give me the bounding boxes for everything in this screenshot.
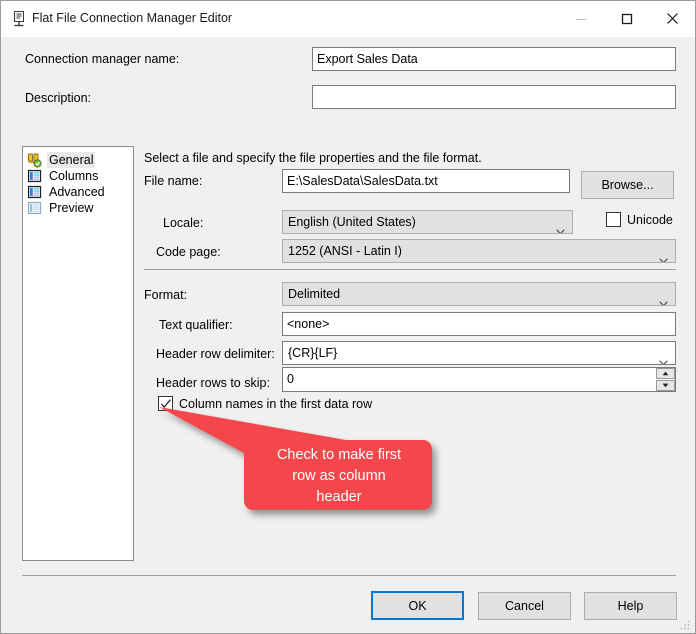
sidebar-item-general-label: General — [47, 152, 96, 168]
sidebar-item-general[interactable]: General — [23, 152, 133, 168]
caret-down-icon — [662, 383, 669, 388]
chevron-down-icon — [556, 220, 565, 233]
header-rows-to-skip-label: Header rows to skip: — [156, 376, 270, 390]
sidebar-item-preview-label: Preview — [49, 201, 94, 215]
section-divider — [144, 269, 676, 270]
locale-label: Locale: — [163, 216, 204, 230]
title-bar: Flat File Connection Manager Editor — [1, 1, 695, 37]
header-row-delimiter-label: Header row delimiter: — [156, 347, 275, 361]
chevron-down-icon — [659, 351, 668, 364]
ok-button[interactable]: OK — [371, 591, 464, 620]
sidebar-item-advanced[interactable]: Advanced — [23, 184, 133, 200]
code-page-value: 1252 (ANSI - Latin I) — [288, 244, 402, 258]
help-button[interactable]: Help — [584, 592, 677, 620]
connection-manager-name-label: Connection manager name: — [25, 52, 180, 66]
preview-page-icon — [27, 201, 43, 216]
dialog-window: Flat File Connection Manager Editor Conn… — [0, 0, 696, 634]
format-dropdown[interactable]: Delimited — [282, 282, 676, 306]
resize-grip[interactable] — [679, 618, 691, 630]
page-list[interactable]: General Columns Advanced Preview — [22, 146, 134, 561]
header-row-delimiter-value: {CR}{LF} — [288, 346, 338, 360]
stepper-up-button[interactable] — [656, 368, 675, 379]
minimize-button[interactable] — [558, 1, 603, 36]
annotation-text: Check to make first row as column header — [276, 447, 402, 505]
footer-divider — [22, 575, 676, 576]
locale-value: English (United States) — [288, 215, 416, 229]
general-page-icon — [27, 153, 43, 168]
locale-dropdown[interactable]: English (United States) — [282, 210, 573, 234]
close-button[interactable] — [650, 1, 695, 36]
chevron-down-icon — [659, 292, 668, 305]
header-row-delimiter-dropdown[interactable]: {CR}{LF} — [282, 341, 676, 365]
file-name-input[interactable] — [282, 169, 570, 193]
checkmark-icon — [160, 399, 171, 409]
unicode-label: Unicode — [627, 213, 673, 227]
minimize-icon — [575, 18, 586, 20]
browse-button[interactable]: Browse... — [581, 171, 674, 199]
columns-page-icon — [27, 169, 43, 184]
cancel-button[interactable]: Cancel — [478, 592, 571, 620]
intro-text: Select a file and specify the file prope… — [144, 151, 482, 165]
column-names-label: Column names in the first data row — [179, 397, 373, 411]
sidebar-item-columns-label: Columns — [49, 169, 99, 183]
description-label: Description: — [25, 91, 91, 105]
sidebar-item-preview[interactable]: Preview — [23, 200, 133, 216]
code-page-label: Code page: — [156, 245, 221, 259]
chevron-down-icon — [659, 249, 668, 262]
header-rows-to-skip-input[interactable] — [283, 368, 653, 391]
header-rows-to-skip-stepper[interactable] — [282, 367, 676, 392]
text-qualifier-label: Text qualifier: — [159, 318, 233, 332]
maximize-button[interactable] — [604, 1, 649, 36]
format-value: Delimited — [288, 287, 341, 301]
sidebar-item-columns[interactable]: Columns — [23, 168, 133, 184]
close-icon — [667, 13, 678, 24]
maximize-icon — [621, 13, 632, 24]
stepper-down-button[interactable] — [656, 380, 675, 391]
window-title: Flat File Connection Manager Editor — [32, 11, 233, 25]
caret-up-icon — [662, 371, 669, 376]
code-page-dropdown[interactable]: 1252 (ANSI - Latin I) — [282, 239, 676, 263]
unicode-checkbox[interactable] — [606, 212, 621, 227]
text-qualifier-input[interactable] — [282, 312, 676, 336]
column-names-checkbox[interactable] — [158, 396, 173, 411]
format-label: Format: — [144, 288, 188, 302]
connection-manager-name-input[interactable] — [312, 47, 676, 71]
description-input[interactable] — [312, 85, 676, 109]
advanced-page-icon — [27, 185, 43, 200]
file-name-label: File name: — [144, 174, 203, 188]
flat-file-connection-icon — [10, 10, 28, 28]
sidebar-item-advanced-label: Advanced — [49, 185, 105, 199]
